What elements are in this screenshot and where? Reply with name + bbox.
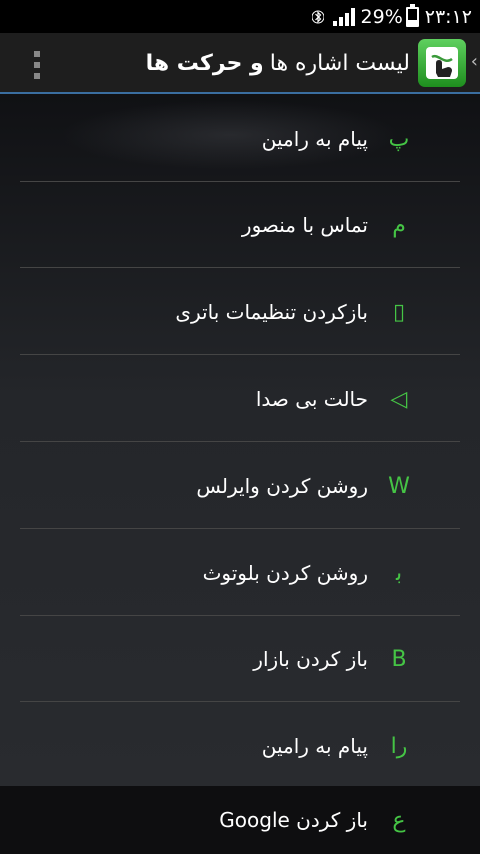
list-item[interactable]: ▯ بازکردن تنظیمات باتری xyxy=(20,269,460,355)
signal-icon xyxy=(332,7,355,26)
gesture-list: ﭖ پیام به رامین م تماس با منصور ▯ بازکرد… xyxy=(0,94,480,854)
list-item-label: تماس با منصور xyxy=(241,213,368,237)
title-main: لیست اشاره ها xyxy=(269,50,410,76)
list-item-label: باز کردن Google xyxy=(219,808,368,832)
overflow-menu-icon[interactable] xyxy=(30,51,44,79)
list-item-label: پیام به رامین xyxy=(261,127,368,151)
gesture-glyph-icon: ▯ xyxy=(392,299,406,325)
list-item-label: روشن کردن بلوتوث xyxy=(202,561,368,585)
list-item[interactable]: ﺑ روشن کردن بلوتوث xyxy=(20,530,460,616)
gesture-app-icon[interactable] xyxy=(418,39,466,87)
list-item[interactable]: W روشن کردن وایرلس xyxy=(20,443,460,529)
gesture-glyph-icon: B xyxy=(391,646,407,672)
list-item[interactable]: م تماس با منصور xyxy=(20,182,460,268)
action-bar: لیست اشاره ها و حرکت ها ‹ xyxy=(0,33,480,94)
list-item[interactable]: B باز کردن بازار xyxy=(20,616,460,702)
gesture-glyph-icon: ◁ xyxy=(390,386,408,412)
gesture-glyph-icon: ع xyxy=(392,807,406,833)
gesture-glyph-icon: W xyxy=(388,473,410,499)
status-bar: 29% ۲۳:۱۲ xyxy=(0,0,480,33)
list-item[interactable]: ﺭا پیام به رامین xyxy=(20,703,460,789)
list-item-label: حالت بی صدا xyxy=(255,387,368,411)
clock: ۲۳:۱۲ xyxy=(424,5,472,28)
list-item-label: بازکردن تنظیمات باتری xyxy=(175,300,368,324)
list-item[interactable]: ع باز کردن Google xyxy=(20,786,460,854)
list-item-label: باز کردن بازار xyxy=(253,647,368,671)
back-caret-icon[interactable]: ‹ xyxy=(471,51,478,72)
bluetooth-icon xyxy=(309,7,327,27)
gesture-glyph-icon: ﭖ xyxy=(388,126,410,152)
battery-percent: 29% xyxy=(360,5,403,28)
page-title: لیست اشاره ها و حرکت ها xyxy=(146,45,410,81)
gesture-glyph-icon: ﺭا xyxy=(390,733,408,759)
list-item-label: پیام به رامین xyxy=(261,734,368,758)
gesture-glyph-icon: ﺑ xyxy=(395,560,403,586)
list-item-label: روشن کردن وایرلس xyxy=(196,474,368,498)
gesture-glyph-icon: م xyxy=(392,212,406,238)
status-icons: 29% ۲۳:۱۲ xyxy=(309,3,472,29)
title-bold: و حرکت ها xyxy=(145,50,264,76)
list-item[interactable]: ◁ حالت بی صدا xyxy=(20,356,460,442)
list-item[interactable]: ﭖ پیام به رامین xyxy=(20,96,460,182)
battery-icon xyxy=(405,3,419,27)
list-bottom-strip: ع باز کردن Google xyxy=(0,786,480,854)
